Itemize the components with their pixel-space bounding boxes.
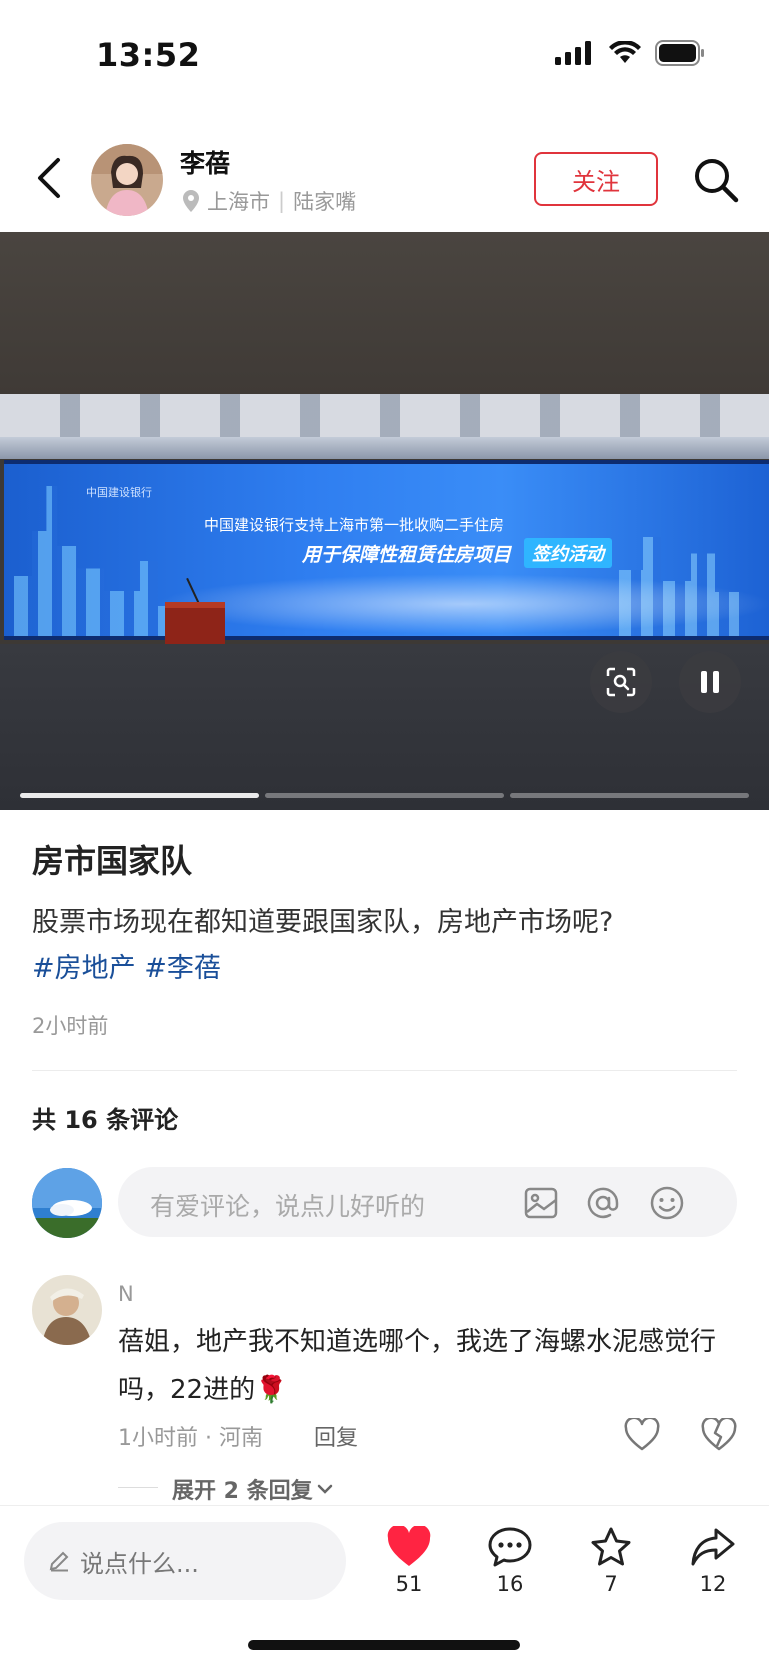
my-avatar	[32, 1168, 102, 1238]
expand-divider	[118, 1487, 158, 1488]
hashtag-2[interactable]: #李蓓	[144, 953, 221, 984]
pencil-icon	[49, 1551, 69, 1572]
divider	[32, 1070, 737, 1071]
reply-button[interactable]: 回复	[314, 1420, 358, 1452]
location-city: 上海市	[207, 190, 270, 214]
post-header: 李蓓 上海市 | 陆家嘴 关注	[0, 130, 769, 230]
hashtag-1[interactable]: #房地产	[32, 953, 136, 984]
location-pin-icon	[183, 190, 199, 212]
share-arrow-icon	[691, 1528, 735, 1566]
back-button[interactable]	[30, 156, 70, 200]
video-ceiling	[0, 232, 769, 397]
at-sign-icon	[587, 1187, 619, 1219]
like-button[interactable]: 51	[369, 1526, 449, 1596]
status-time: 13:52	[96, 36, 201, 74]
comment-input-box[interactable]: 有爱评论，说点儿好听的	[118, 1167, 737, 1237]
like-count: 51	[395, 1572, 423, 1596]
battery-icon	[655, 40, 704, 66]
emoji-button[interactable]	[648, 1184, 686, 1222]
speech-bubble-icon	[488, 1527, 532, 1567]
stage-truss	[0, 437, 769, 459]
commenter-avatar[interactable]	[32, 1275, 102, 1345]
comment-count-bottom: 16	[496, 1572, 524, 1596]
screen-tag: 签约活动	[524, 538, 612, 568]
post-description: 股票市场现在都知道要跟国家队，房地产市场呢? #房地产 #李蓓	[32, 900, 742, 992]
share-button[interactable]: 12	[673, 1526, 753, 1596]
comment-button[interactable]: 16	[470, 1526, 550, 1596]
screen-title-line2: 用于保障性租赁住房项目	[302, 544, 512, 566]
screen-logo-text: 中国建设银行	[86, 486, 152, 499]
image-icon	[524, 1187, 558, 1219]
location-area: 陆家嘴	[293, 190, 357, 214]
search-button[interactable]	[692, 156, 740, 204]
author-location[interactable]: 上海市 | 陆家嘴	[183, 186, 356, 216]
commenter-avatar-image	[32, 1275, 102, 1345]
favorite-count: 7	[604, 1572, 618, 1596]
image-picker-button[interactable]	[522, 1184, 560, 1222]
heart-filled-icon	[387, 1526, 431, 1566]
scan-image-icon	[606, 667, 636, 697]
home-indicator	[248, 1640, 520, 1650]
cellular-signal-icon	[555, 41, 591, 65]
progress-segment-1	[20, 793, 259, 798]
comment-input-placeholder: 有爱评论，说点儿好听的	[150, 1192, 426, 1221]
smiley-icon	[650, 1186, 684, 1220]
pause-button[interactable]	[679, 651, 741, 713]
post-description-text: 股票市场现在都知道要跟国家队，房地产市场呢?	[32, 907, 614, 938]
search-icon	[695, 159, 739, 203]
video-floor	[0, 644, 769, 810]
location-separator: |	[278, 189, 286, 213]
podium	[165, 602, 225, 648]
author-name[interactable]: 李蓓	[180, 144, 230, 180]
status-bar: 13:52	[0, 0, 769, 110]
follow-button[interactable]: 关注	[534, 152, 658, 206]
quick-comment-input[interactable]: 说点什么...	[24, 1522, 346, 1600]
post-title: 房市国家队	[32, 842, 193, 880]
status-icons	[555, 40, 705, 66]
comment-dislike-button[interactable]	[701, 1416, 737, 1452]
share-count: 12	[699, 1572, 727, 1596]
post-time: 2小时前	[32, 1014, 109, 1038]
expand-replies-button[interactable]: 展开 2 条回复	[172, 1473, 333, 1505]
screen-title-line1: 中国建设银行支持上海市第一批收购二手住房	[204, 516, 505, 534]
comment-text: 蓓姐，地产我不知道选哪个，我选了海螺水泥感觉行吗，22进的🌹	[118, 1327, 717, 1405]
favorite-button[interactable]: 7	[571, 1526, 651, 1596]
comment-count: 共 16 条评论	[32, 1106, 179, 1134]
author-avatar-image	[91, 144, 163, 216]
commenter-name[interactable]: N	[118, 1282, 134, 1306]
heart-outline-icon	[624, 1416, 660, 1451]
screen-wave	[154, 574, 769, 634]
broken-heart-icon	[701, 1416, 737, 1451]
expand-replies-label: 展开 2 条回复	[172, 1479, 313, 1504]
chevron-down-icon	[317, 1484, 332, 1494]
scan-button[interactable]	[590, 651, 652, 713]
progress-segment-2	[265, 793, 504, 798]
my-avatar-image	[32, 1168, 102, 1238]
star-icon	[591, 1527, 631, 1566]
mention-button[interactable]	[584, 1184, 622, 1222]
progress-segment-3	[510, 793, 749, 798]
event-screen: 中国建设银行 中国建设银行支持上海市第一批收购二手住房 用于保障性租赁住房项目 …	[4, 460, 769, 640]
comment-like-button[interactable]	[624, 1416, 660, 1452]
comment-meta: 1小时前 · 河南	[118, 1426, 263, 1451]
wifi-icon	[609, 41, 641, 63]
pause-icon	[701, 671, 719, 693]
chevron-left-icon	[38, 158, 60, 198]
author-avatar[interactable]	[91, 144, 163, 216]
quick-comment-placeholder: 说点什么...	[80, 1549, 199, 1578]
video-player[interactable]: 中国建设银行 中国建设银行支持上海市第一批收购二手住房 用于保障性租赁住房项目 …	[0, 232, 769, 810]
